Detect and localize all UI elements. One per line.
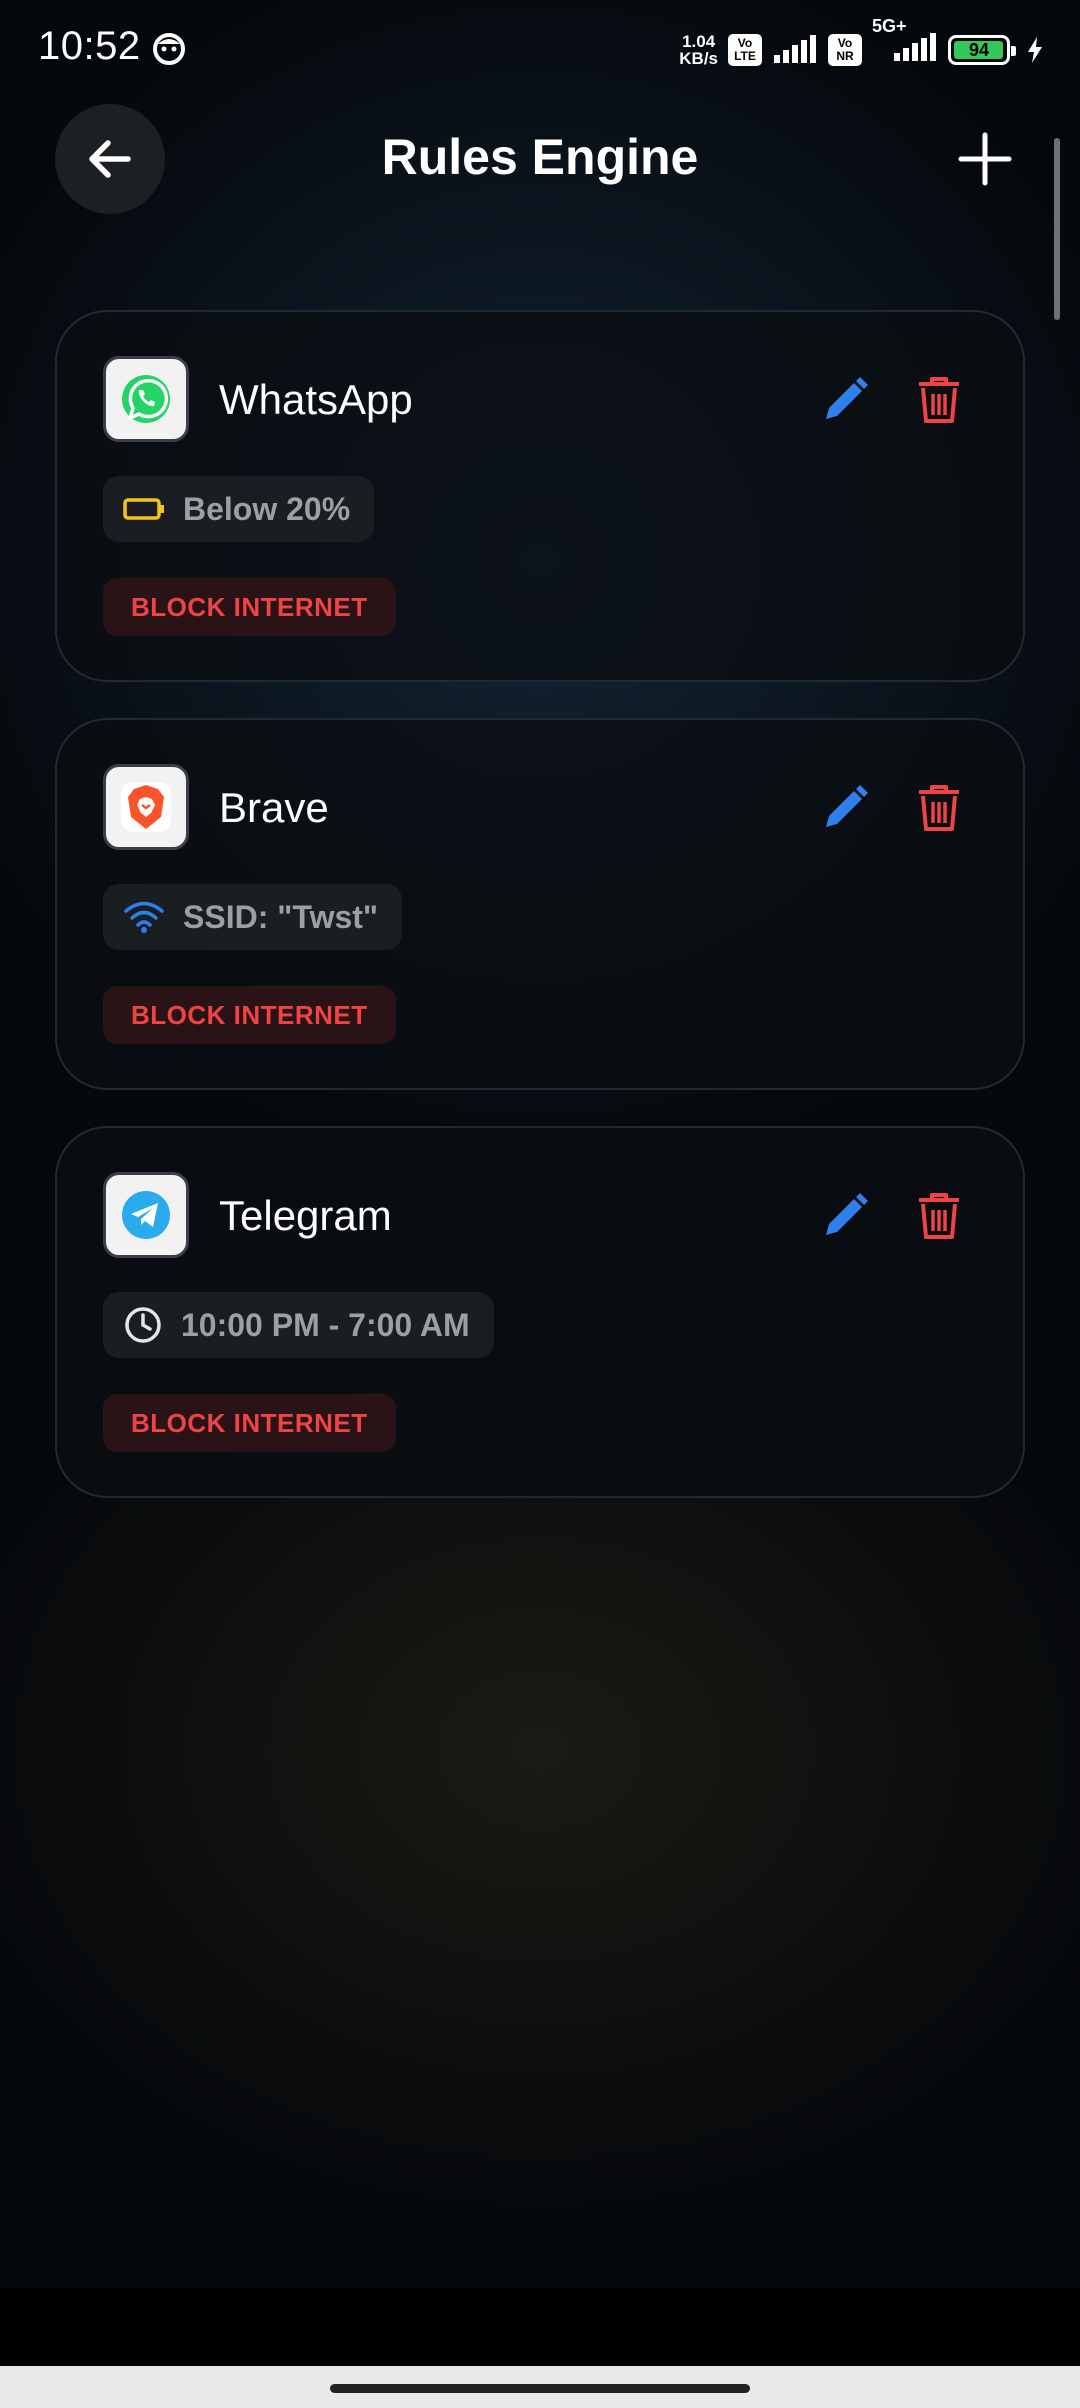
signal-5g: 5G+ — [872, 17, 938, 68]
app-icon-telegram — [103, 1172, 189, 1258]
condition-chip: Below 20% — [103, 476, 375, 542]
telegram-icon — [122, 1191, 170, 1239]
action-badge: BLOCK INTERNET — [103, 1394, 396, 1452]
trash-icon — [919, 1193, 959, 1239]
system-nav-background — [0, 2288, 1080, 2366]
status-time: 10:52 — [38, 24, 141, 68]
wifi-icon — [124, 901, 164, 933]
plus-icon — [958, 132, 1012, 186]
pencil-icon — [826, 377, 868, 419]
delete-button[interactable] — [907, 368, 971, 432]
pencil-icon — [826, 1193, 868, 1235]
app-icon-brave — [103, 764, 189, 850]
action-badge: BLOCK INTERNET — [103, 578, 396, 636]
condition-text: 10:00 PM - 7:00 AM — [181, 1306, 470, 1343]
condition-text: SSID: "Twst" — [183, 898, 379, 935]
trash-icon — [919, 377, 959, 423]
condition-chip: SSID: "Twst" — [103, 884, 403, 950]
add-rule-button[interactable] — [950, 124, 1020, 194]
edit-button[interactable] — [813, 776, 877, 840]
volte-badge: Vo LTE — [728, 34, 762, 66]
status-bar: 10:52 1.04 KB/s Vo LTE Vo NR 5G+ 94 — [0, 0, 1080, 96]
edit-button[interactable] — [813, 1184, 877, 1248]
signal-icon — [774, 35, 816, 63]
page-title: Rules Engine — [381, 129, 699, 185]
charging-icon — [1028, 37, 1042, 63]
edit-button[interactable] — [813, 368, 877, 432]
app-icon-whatsapp — [103, 356, 189, 442]
trash-icon — [919, 785, 959, 831]
app-header: Rules Engine — [0, 100, 1080, 220]
action-badge: BLOCK INTERNET — [103, 986, 396, 1044]
rule-card[interactable]: Telegram 10:00 PM - 7:00 AM BLOCK INTERN… — [55, 1126, 1025, 1498]
notification-icon — [153, 33, 185, 65]
battery-indicator: 94 — [948, 35, 1016, 65]
condition-chip: 10:00 PM - 7:00 AM — [103, 1292, 494, 1358]
status-icons: 1.04 KB/s Vo LTE Vo NR 5G+ 94 — [679, 17, 1044, 72]
app-name: WhatsApp — [219, 376, 413, 423]
whatsapp-icon — [122, 375, 170, 423]
battery-icon — [123, 498, 164, 520]
rule-card[interactable]: WhatsApp Below 20% BLOCK INTERNET — [55, 310, 1025, 682]
delete-button[interactable] — [907, 1184, 971, 1248]
system-nav-bar — [0, 2366, 1080, 2408]
brave-icon — [121, 782, 171, 832]
app-name: Telegram — [219, 1192, 392, 1239]
net-speed: 1.04 KB/s — [679, 32, 718, 68]
scrollbar[interactable] — [1054, 138, 1060, 320]
clock-icon — [125, 1307, 161, 1343]
app-name: Brave — [219, 784, 329, 831]
rule-card[interactable]: Brave SSID: "Twst" BLOCK INTERNET — [55, 718, 1025, 1090]
pencil-icon — [826, 785, 868, 827]
signal-icon-2 — [894, 32, 936, 61]
home-gesture-handle[interactable] — [330, 2384, 750, 2393]
vonr-badge: Vo NR — [828, 34, 862, 66]
condition-text: Below 20% — [183, 490, 351, 527]
delete-button[interactable] — [907, 776, 971, 840]
